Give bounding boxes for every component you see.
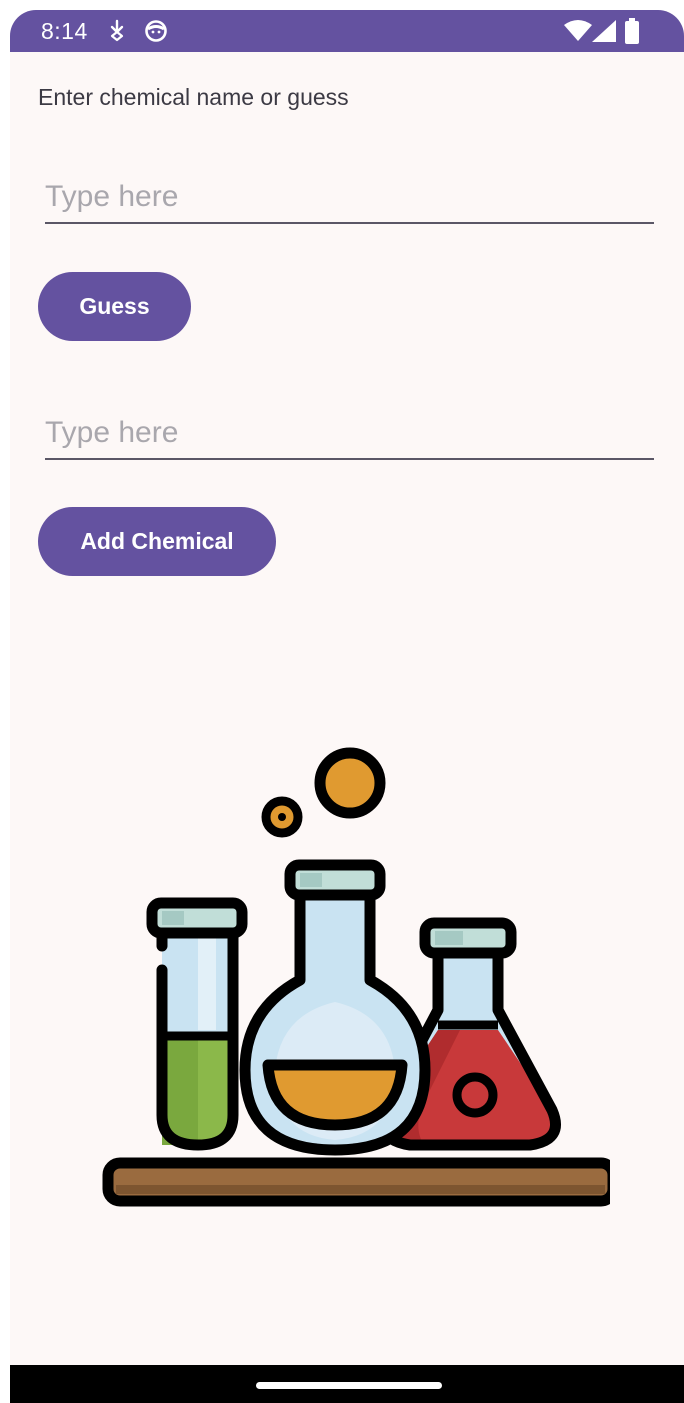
wifi-icon: [564, 20, 592, 47]
guess-field[interactable]: [45, 164, 654, 224]
chemical-field[interactable]: [45, 400, 654, 460]
chemistry-lab-glassware-icon: [80, 740, 619, 1210]
battery-icon: [625, 18, 639, 49]
prompt-label: Enter chemical name or guess: [38, 84, 349, 110]
home-gesture-handle[interactable]: [256, 1382, 442, 1389]
shelf-icon: [102, 1157, 619, 1207]
round-bottom-flask-icon: [239, 859, 431, 1156]
status-time: 8:14: [41, 18, 88, 44]
add-chemical-button-label: Add Chemical: [80, 528, 234, 554]
test-tube-icon: [146, 897, 248, 1151]
chemical-input[interactable]: [45, 416, 645, 450]
guess-button[interactable]: Guess: [38, 272, 191, 341]
status-bar: 8:14: [10, 10, 684, 52]
glassware-illustration: [102, 747, 619, 1207]
bubble-small-icon: [261, 796, 303, 838]
smiley-icon: [144, 19, 168, 48]
navigation-bar: [10, 1365, 684, 1403]
bubble-large-icon: [314, 747, 386, 819]
guess-input[interactable]: [45, 180, 645, 214]
guess-button-label: Guess: [79, 293, 150, 319]
add-chemical-button[interactable]: Add Chemical: [38, 507, 276, 576]
app-screen: 8:14 Enter chemical name or guess Type h…: [10, 10, 684, 1403]
cell-signal-icon: [592, 20, 616, 47]
download-icon: [108, 19, 126, 48]
